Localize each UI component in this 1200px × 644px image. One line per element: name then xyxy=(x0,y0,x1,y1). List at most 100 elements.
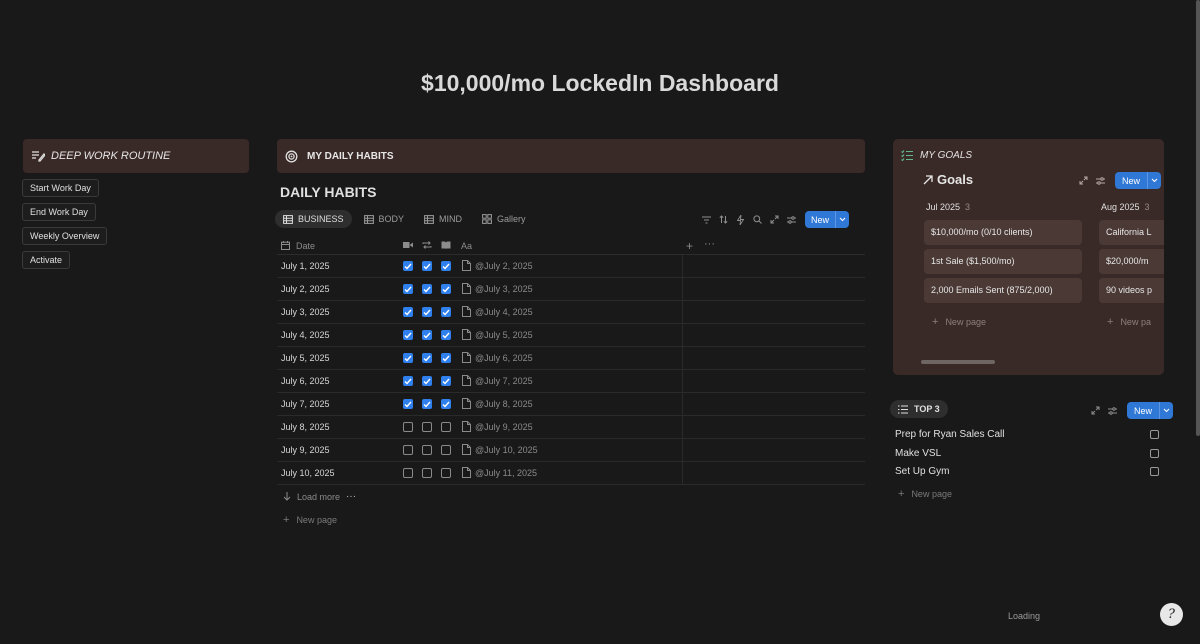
habit-checkbox[interactable] xyxy=(403,399,413,409)
more-options-icon[interactable]: ··· xyxy=(346,491,356,502)
habit-checkbox[interactable] xyxy=(422,468,432,478)
habit-checkbox[interactable] xyxy=(403,445,413,455)
habit-checkbox[interactable] xyxy=(422,307,432,317)
table-row[interactable]: July 8, 2025 @July 9, 2025 xyxy=(277,416,865,439)
goals-new-page-button[interactable]: + New pa xyxy=(1107,316,1151,328)
expand-icon[interactable] xyxy=(1087,403,1104,419)
add-column-icon[interactable]: + xyxy=(686,239,693,253)
goal-card[interactable]: $10,000/mo (0/10 clients) xyxy=(924,220,1082,245)
expand-icon[interactable] xyxy=(1075,173,1092,189)
daily-habits-db-title[interactable]: DAILY HABITS xyxy=(280,184,376,200)
habit-checkbox[interactable] xyxy=(403,468,413,478)
row-date-link[interactable]: @July 6, 2025 xyxy=(475,353,533,363)
habit-checkbox[interactable] xyxy=(422,422,432,432)
start-work-day-button[interactable]: Start Work Day xyxy=(22,179,99,197)
table-row[interactable]: July 2, 2025 @July 3, 2025 xyxy=(277,278,865,301)
goal-card[interactable]: 2,000 Emails Sent (875/2,000) xyxy=(924,278,1082,303)
habit-checkbox[interactable] xyxy=(422,330,432,340)
chevron-down-icon[interactable] xyxy=(1147,172,1161,189)
habit-checkbox[interactable] xyxy=(403,353,413,363)
more-options-icon[interactable]: ··· xyxy=(704,238,715,250)
todo-checkbox[interactable] xyxy=(1150,449,1159,458)
table-row[interactable]: July 3, 2025 @July 4, 2025 xyxy=(277,301,865,324)
vertical-scrollbar[interactable] xyxy=(1196,0,1200,436)
table-row[interactable]: July 6, 2025 @July 7, 2025 xyxy=(277,370,865,393)
habit-checkbox[interactable] xyxy=(441,399,451,409)
habit-checkbox[interactable] xyxy=(422,445,432,455)
habit-checkbox[interactable] xyxy=(441,468,451,478)
goal-card[interactable]: California L xyxy=(1099,220,1164,245)
todo-item[interactable]: Prep for Ryan Sales Call xyxy=(895,429,1161,440)
habit-checkbox[interactable] xyxy=(403,284,413,294)
row-date-link[interactable]: @July 8, 2025 xyxy=(475,399,533,409)
habit-checkbox[interactable] xyxy=(441,376,451,386)
aa-column-header[interactable]: Aa xyxy=(461,241,472,251)
habit-checkbox[interactable] xyxy=(403,261,413,271)
tab-mind[interactable]: MIND xyxy=(416,210,470,228)
table-row[interactable]: July 10, 2025 @July 11, 2025 xyxy=(277,462,865,485)
goal-card[interactable]: 1st Sale ($1,500/mo) xyxy=(924,249,1082,274)
habit-checkbox[interactable] xyxy=(441,284,451,294)
row-date-link[interactable]: @July 10, 2025 xyxy=(475,445,538,455)
load-more-button[interactable]: Load more ··· xyxy=(283,491,356,502)
habit-checkbox[interactable] xyxy=(441,261,451,271)
sort-icon[interactable] xyxy=(715,212,732,228)
chevron-down-icon[interactable] xyxy=(1159,402,1173,419)
table-row[interactable]: July 4, 2025 @July 5, 2025 xyxy=(277,324,865,347)
top3-new-page-button[interactable]: + New page xyxy=(898,488,952,500)
habit-checkbox[interactable] xyxy=(403,330,413,340)
habit-checkbox[interactable] xyxy=(422,353,432,363)
goals-column-aug[interactable]: Aug 2025 3 xyxy=(1101,202,1150,212)
date-column-header[interactable]: Date xyxy=(296,241,315,251)
chevron-down-icon[interactable] xyxy=(835,211,849,228)
settings-sliders-icon[interactable] xyxy=(1104,403,1121,419)
habit-checkbox[interactable] xyxy=(422,284,432,294)
todo-checkbox[interactable] xyxy=(1150,467,1159,476)
habit-checkbox[interactable] xyxy=(422,261,432,271)
horizontal-scrollbar[interactable] xyxy=(921,360,995,364)
habit-checkbox[interactable] xyxy=(441,307,451,317)
weekly-overview-button[interactable]: Weekly Overview xyxy=(22,227,108,245)
search-icon[interactable] xyxy=(749,212,766,228)
habit-checkbox[interactable] xyxy=(441,330,451,340)
table-row[interactable]: July 7, 2025 @July 8, 2025 xyxy=(277,393,865,416)
row-date-link[interactable]: @July 3, 2025 xyxy=(475,284,533,294)
top3-new-button[interactable]: New xyxy=(1127,402,1174,419)
tab-body[interactable]: BODY xyxy=(356,210,413,228)
top3-tab[interactable]: TOP 3 xyxy=(890,400,948,418)
tab-gallery[interactable]: Gallery xyxy=(474,210,534,228)
row-date-link[interactable]: @July 5, 2025 xyxy=(475,330,533,340)
goals-new-button[interactable]: New xyxy=(1115,172,1162,189)
automation-bolt-icon[interactable] xyxy=(732,212,749,228)
goals-column-jul[interactable]: Jul 2025 3 xyxy=(926,202,970,212)
expand-icon[interactable] xyxy=(766,212,783,228)
goals-new-page-button[interactable]: + New page xyxy=(932,316,986,328)
row-date-link[interactable]: @July 4, 2025 xyxy=(475,307,533,317)
habit-checkbox[interactable] xyxy=(441,445,451,455)
todo-checkbox[interactable] xyxy=(1150,430,1159,439)
settings-sliders-icon[interactable] xyxy=(1092,173,1109,189)
settings-sliders-icon[interactable] xyxy=(783,212,800,228)
goal-card[interactable]: 90 videos p xyxy=(1099,278,1164,303)
todo-item[interactable]: Set Up Gym xyxy=(895,466,1161,477)
help-icon[interactable]: ? xyxy=(1160,603,1183,626)
row-date-link[interactable]: @July 11, 2025 xyxy=(475,468,537,478)
habit-checkbox[interactable] xyxy=(403,422,413,432)
table-row[interactable]: July 5, 2025 @July 6, 2025 xyxy=(277,347,865,370)
habit-checkbox[interactable] xyxy=(403,307,413,317)
row-date-link[interactable]: @July 7, 2025 xyxy=(475,376,533,386)
tab-business[interactable]: BUSINESS xyxy=(275,210,352,228)
todo-item[interactable]: Make VSL xyxy=(895,448,1161,459)
habit-checkbox[interactable] xyxy=(403,376,413,386)
end-work-day-button[interactable]: End Work Day xyxy=(22,203,96,221)
habits-new-button[interactable]: New xyxy=(805,211,850,228)
habits-new-page-button[interactable]: + New page xyxy=(283,514,337,526)
habit-checkbox[interactable] xyxy=(441,422,451,432)
habit-checkbox[interactable] xyxy=(422,399,432,409)
habit-checkbox[interactable] xyxy=(441,353,451,363)
activate-button[interactable]: Activate xyxy=(22,251,71,269)
row-date-link[interactable]: @July 9, 2025 xyxy=(475,422,533,432)
row-date-link[interactable]: @July 2, 2025 xyxy=(475,261,533,271)
filter-icon[interactable] xyxy=(698,212,715,228)
habit-checkbox[interactable] xyxy=(422,376,432,386)
